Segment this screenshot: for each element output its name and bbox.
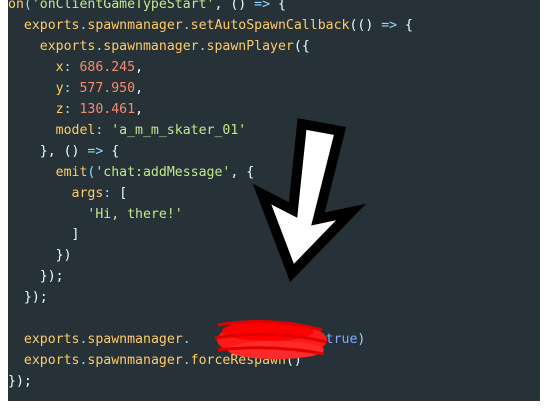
code-token: exports xyxy=(23,332,80,348)
code-token: => xyxy=(87,143,104,159)
code-token: args xyxy=(71,185,104,201)
code-line: exports.spawnmanager. (true) xyxy=(8,330,413,351)
code-token: : xyxy=(95,122,112,138)
code-token: [ xyxy=(119,185,128,201)
code-token: : xyxy=(63,59,80,75)
code-token: 'chat:addMessage' xyxy=(95,164,231,180)
code-token: x xyxy=(55,59,64,75)
code-token: => xyxy=(381,17,398,33)
code-token: { xyxy=(103,143,120,159)
code-token: . xyxy=(182,17,191,33)
code-token: model xyxy=(55,122,96,138)
code-token: exports xyxy=(23,17,80,33)
code-token: 'a_m_m_skater_01' xyxy=(111,122,247,138)
code-token: , xyxy=(135,101,144,117)
code-token: }) xyxy=(55,248,72,264)
code-token: () xyxy=(285,353,302,369)
code-line: y: 577.950, xyxy=(8,79,413,100)
code-line: emit('chat:addMessage', { xyxy=(8,163,413,184)
code-line: model: 'a_m_m_skater_01' xyxy=(8,121,413,142)
code-token: ( xyxy=(317,332,326,348)
code-line: }, () => { xyxy=(8,142,413,163)
code-line: }) xyxy=(8,246,413,267)
screenshot-page: on('onClientGameTypeStart', () => { expo… xyxy=(0,0,547,418)
code-token: ( xyxy=(23,0,32,12)
code-token: y xyxy=(55,80,64,96)
code-token: }); xyxy=(8,374,32,390)
code-token: ) xyxy=(357,332,366,348)
code-token: ({ xyxy=(293,38,310,54)
code-token: spawnmanager xyxy=(87,332,183,348)
code-token: spawnPlayer xyxy=(206,38,294,54)
code-token: . xyxy=(198,38,207,54)
code-token: => xyxy=(254,0,271,12)
code-token: setAutoSpawnCallback xyxy=(190,17,350,33)
code-token: (() xyxy=(349,17,382,33)
code-token: . xyxy=(182,332,191,348)
code-token: : xyxy=(63,101,80,117)
code-line: 'Hi, there!' xyxy=(8,205,413,226)
code-token: 577.950 xyxy=(79,80,136,96)
code-token: , xyxy=(135,80,144,96)
code-token: true xyxy=(325,332,358,348)
code-line: exports.spawnmanager.setAutoSpawnCallbac… xyxy=(8,16,413,37)
code-token: }, () xyxy=(39,143,88,159)
code-token: }); xyxy=(39,269,64,285)
code-token: forceRespawn xyxy=(190,353,286,369)
code-line: on('onClientGameTypeStart', () => { xyxy=(8,0,413,16)
code-token: { xyxy=(270,0,286,12)
code-token: 130.461 xyxy=(79,101,136,117)
code-token: z xyxy=(55,101,64,117)
code-line: z: 130.461, xyxy=(8,100,413,121)
code-line: exports.spawnmanager.spawnPlayer({ xyxy=(8,37,413,58)
code-token: exports xyxy=(23,353,80,369)
code-token: , xyxy=(135,59,144,75)
code-line: args: [ xyxy=(8,184,413,205)
code-line: exports.spawnmanager.forceRespawn() xyxy=(8,351,413,372)
code-token: spawnmanager xyxy=(87,17,183,33)
code-token: 'Hi, there!' xyxy=(87,206,183,222)
code-line: }); xyxy=(8,267,413,288)
code-token: emit xyxy=(55,164,88,180)
code-token: 686.245 xyxy=(79,59,136,75)
code-token: { xyxy=(397,17,413,33)
code-token: 'onClientGameTypeStart' xyxy=(31,0,215,12)
code-token: spawnmanager xyxy=(87,353,183,369)
code-token: exports xyxy=(39,38,96,54)
code-line: x: 686.245, xyxy=(8,58,413,79)
code-token: }); xyxy=(23,290,48,306)
code-token: spawnmanager xyxy=(103,38,199,54)
code-line: ] xyxy=(8,225,413,246)
code-token: , { xyxy=(230,164,255,180)
code-editor-panel: on('onClientGameTypeStart', () => { expo… xyxy=(8,0,540,401)
code-token: : xyxy=(103,185,120,201)
code-token: : xyxy=(63,80,80,96)
code-line: }); xyxy=(8,288,413,309)
code-block: on('onClientGameTypeStart', () => { expo… xyxy=(8,0,413,393)
code-line: }); xyxy=(8,372,413,393)
code-token: . xyxy=(182,353,191,369)
code-token: ] xyxy=(71,227,80,243)
code-token: on xyxy=(8,0,24,12)
code-token: , () xyxy=(214,0,255,12)
